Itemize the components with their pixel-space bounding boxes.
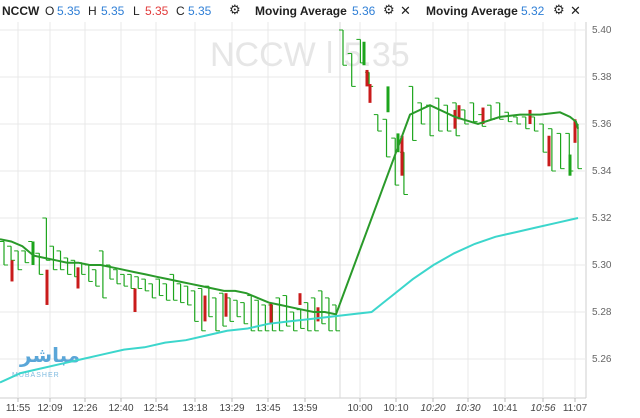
x-tick-label: 13:18 [182,403,207,414]
x-tick-label: 12:40 [108,403,133,414]
down-bar [224,293,228,317]
down-bar [368,84,372,103]
x-tick-label: 11:55 [6,403,31,414]
x-tick-label: 13:29 [219,403,244,414]
down-bar [298,293,302,305]
up-bar [362,41,366,66]
moving-average-line [0,104,579,316]
up-bar [386,86,390,113]
x-tick-label: 10:30 [455,403,480,414]
price-chart[interactable]: NCCW | 5.35 مباشر MUBASHER 5.405.385.365… [0,0,640,418]
x-tick-label: 13:59 [292,403,317,414]
down-bar [316,307,320,322]
x-tick-label: 12:26 [72,403,97,414]
x-tick-label: 12:09 [37,403,62,414]
down-bar [203,295,207,322]
y-tick-label: 5.26 [592,354,612,365]
down-bar [528,109,532,124]
moving-average-line [0,217,579,384]
y-axis: 5.40 5.38 5.36 5.34 5.32 5.30 5.28 5.26 [592,25,612,365]
chart-widget: NCCW O 5.35 H 5.35 L 5.35 C 5.35 ⚙ Movin… [0,0,640,418]
x-tick-label: 11:07 [563,403,588,414]
down-bar [269,302,273,324]
x-tick-label: 10:00 [347,403,372,414]
y-tick-label: 5.40 [592,25,612,36]
down-bar [547,135,551,167]
down-bar [45,269,49,305]
down-bar [10,260,14,282]
x-tick-label: 13:45 [255,403,280,414]
down-bar [365,69,369,87]
y-tick-label: 5.34 [592,166,612,177]
x-tick-label: 12:54 [143,403,168,414]
moving-averages [0,104,579,384]
down-bar [453,109,457,129]
y-tick-label: 5.30 [592,260,612,271]
svg-text:مباشر: مباشر [19,343,80,367]
symbol-watermark: NCCW | 5.35 [210,36,410,74]
x-tick-label: 10:20 [420,403,445,414]
grid [0,22,587,402]
x-tick-label: 10:10 [383,403,408,414]
up-bar [568,154,572,176]
y-tick-label: 5.36 [592,119,612,130]
y-tick-label: 5.38 [592,72,612,83]
down-bar [76,267,80,289]
y-tick-label: 5.32 [592,213,612,224]
x-tick-label: 10:56 [530,403,555,414]
down-bar [133,288,137,312]
price-bars [0,29,582,332]
x-tick-label: 10:41 [492,403,517,414]
x-axis: 11:55 12:09 12:26 12:40 12:54 13:18 13:29 13:45… [6,403,588,414]
y-tick-label: 5.28 [592,307,612,318]
